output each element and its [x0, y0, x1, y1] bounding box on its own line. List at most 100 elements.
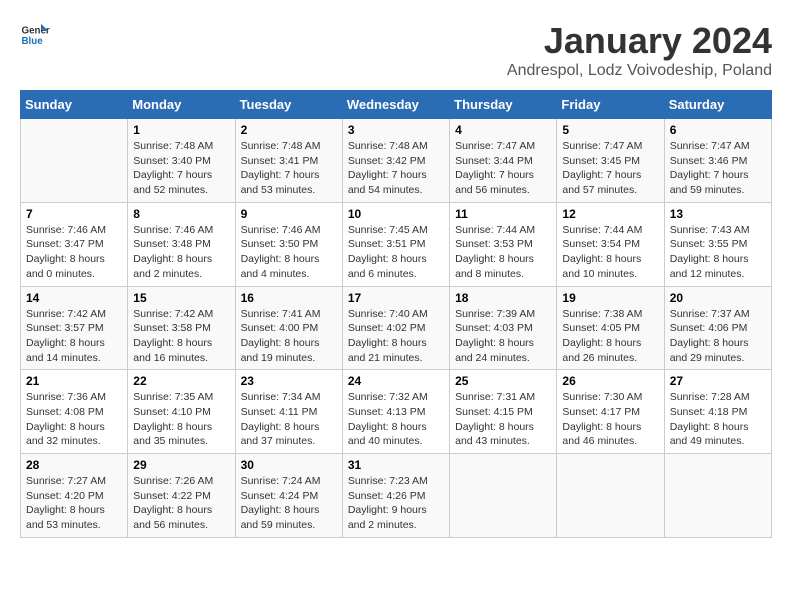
day-number: 7	[26, 207, 122, 221]
calendar-cell: 8 Sunrise: 7:46 AMSunset: 3:48 PMDayligh…	[128, 202, 235, 286]
day-number: 18	[455, 291, 551, 305]
day-number: 26	[562, 374, 658, 388]
calendar-cell: 11 Sunrise: 7:44 AMSunset: 3:53 PMDaylig…	[450, 202, 557, 286]
title-section: January 2024 Andrespol, Lodz Voivodeship…	[507, 20, 772, 80]
calendar-cell: 22 Sunrise: 7:35 AMSunset: 4:10 PMDaylig…	[128, 370, 235, 454]
day-number: 9	[241, 207, 337, 221]
day-number: 5	[562, 123, 658, 137]
logo: General Blue	[20, 20, 50, 50]
day-number: 3	[348, 123, 444, 137]
day-info: Sunrise: 7:42 AMSunset: 3:57 PMDaylight:…	[26, 307, 122, 366]
calendar-week-3: 21 Sunrise: 7:36 AMSunset: 4:08 PMDaylig…	[21, 370, 772, 454]
day-info: Sunrise: 7:47 AMSunset: 3:45 PMDaylight:…	[562, 139, 658, 198]
day-number: 4	[455, 123, 551, 137]
calendar-cell: 27 Sunrise: 7:28 AMSunset: 4:18 PMDaylig…	[664, 370, 771, 454]
day-info: Sunrise: 7:24 AMSunset: 4:24 PMDaylight:…	[241, 474, 337, 533]
day-info: Sunrise: 7:38 AMSunset: 4:05 PMDaylight:…	[562, 307, 658, 366]
day-info: Sunrise: 7:28 AMSunset: 4:18 PMDaylight:…	[670, 390, 766, 449]
day-number: 12	[562, 207, 658, 221]
calendar-cell: 5 Sunrise: 7:47 AMSunset: 3:45 PMDayligh…	[557, 119, 664, 203]
logo-icon: General Blue	[20, 20, 50, 50]
day-info: Sunrise: 7:47 AMSunset: 3:44 PMDaylight:…	[455, 139, 551, 198]
day-number: 22	[133, 374, 229, 388]
day-info: Sunrise: 7:43 AMSunset: 3:55 PMDaylight:…	[670, 223, 766, 282]
calendar-cell: 21 Sunrise: 7:36 AMSunset: 4:08 PMDaylig…	[21, 370, 128, 454]
calendar-cell: 10 Sunrise: 7:45 AMSunset: 3:51 PMDaylig…	[342, 202, 449, 286]
calendar-cell: 16 Sunrise: 7:41 AMSunset: 4:00 PMDaylig…	[235, 286, 342, 370]
header-sunday: Sunday	[21, 91, 128, 119]
day-number: 10	[348, 207, 444, 221]
day-info: Sunrise: 7:48 AMSunset: 3:41 PMDaylight:…	[241, 139, 337, 198]
calendar-cell: 19 Sunrise: 7:38 AMSunset: 4:05 PMDaylig…	[557, 286, 664, 370]
day-info: Sunrise: 7:26 AMSunset: 4:22 PMDaylight:…	[133, 474, 229, 533]
day-info: Sunrise: 7:35 AMSunset: 4:10 PMDaylight:…	[133, 390, 229, 449]
day-number: 14	[26, 291, 122, 305]
calendar-week-4: 28 Sunrise: 7:27 AMSunset: 4:20 PMDaylig…	[21, 454, 772, 538]
calendar-cell: 7 Sunrise: 7:46 AMSunset: 3:47 PMDayligh…	[21, 202, 128, 286]
day-number: 1	[133, 123, 229, 137]
day-info: Sunrise: 7:36 AMSunset: 4:08 PMDaylight:…	[26, 390, 122, 449]
header-friday: Friday	[557, 91, 664, 119]
day-number: 21	[26, 374, 122, 388]
day-number: 27	[670, 374, 766, 388]
day-info: Sunrise: 7:47 AMSunset: 3:46 PMDaylight:…	[670, 139, 766, 198]
calendar-week-0: 1 Sunrise: 7:48 AMSunset: 3:40 PMDayligh…	[21, 119, 772, 203]
calendar-cell: 25 Sunrise: 7:31 AMSunset: 4:15 PMDaylig…	[450, 370, 557, 454]
day-number: 11	[455, 207, 551, 221]
day-number: 20	[670, 291, 766, 305]
calendar-cell: 4 Sunrise: 7:47 AMSunset: 3:44 PMDayligh…	[450, 119, 557, 203]
day-number: 23	[241, 374, 337, 388]
day-number: 31	[348, 458, 444, 472]
day-number: 2	[241, 123, 337, 137]
calendar-cell: 2 Sunrise: 7:48 AMSunset: 3:41 PMDayligh…	[235, 119, 342, 203]
day-number: 8	[133, 207, 229, 221]
day-number: 24	[348, 374, 444, 388]
calendar-cell: 12 Sunrise: 7:44 AMSunset: 3:54 PMDaylig…	[557, 202, 664, 286]
day-info: Sunrise: 7:34 AMSunset: 4:11 PMDaylight:…	[241, 390, 337, 449]
day-info: Sunrise: 7:40 AMSunset: 4:02 PMDaylight:…	[348, 307, 444, 366]
svg-text:Blue: Blue	[22, 36, 44, 47]
day-info: Sunrise: 7:48 AMSunset: 3:40 PMDaylight:…	[133, 139, 229, 198]
page-header: General Blue January 2024 Andrespol, Lod…	[20, 20, 772, 80]
day-info: Sunrise: 7:41 AMSunset: 4:00 PMDaylight:…	[241, 307, 337, 366]
day-number: 19	[562, 291, 658, 305]
header-thursday: Thursday	[450, 91, 557, 119]
calendar-cell: 13 Sunrise: 7:43 AMSunset: 3:55 PMDaylig…	[664, 202, 771, 286]
day-number: 30	[241, 458, 337, 472]
day-info: Sunrise: 7:32 AMSunset: 4:13 PMDaylight:…	[348, 390, 444, 449]
day-info: Sunrise: 7:48 AMSunset: 3:42 PMDaylight:…	[348, 139, 444, 198]
calendar-cell	[664, 454, 771, 538]
calendar-week-1: 7 Sunrise: 7:46 AMSunset: 3:47 PMDayligh…	[21, 202, 772, 286]
day-number: 15	[133, 291, 229, 305]
day-info: Sunrise: 7:46 AMSunset: 3:50 PMDaylight:…	[241, 223, 337, 282]
header-monday: Monday	[128, 91, 235, 119]
day-number: 28	[26, 458, 122, 472]
day-info: Sunrise: 7:27 AMSunset: 4:20 PMDaylight:…	[26, 474, 122, 533]
calendar-cell: 29 Sunrise: 7:26 AMSunset: 4:22 PMDaylig…	[128, 454, 235, 538]
calendar-cell: 30 Sunrise: 7:24 AMSunset: 4:24 PMDaylig…	[235, 454, 342, 538]
day-number: 6	[670, 123, 766, 137]
calendar-cell: 23 Sunrise: 7:34 AMSunset: 4:11 PMDaylig…	[235, 370, 342, 454]
calendar-week-2: 14 Sunrise: 7:42 AMSunset: 3:57 PMDaylig…	[21, 286, 772, 370]
day-info: Sunrise: 7:31 AMSunset: 4:15 PMDaylight:…	[455, 390, 551, 449]
header-wednesday: Wednesday	[342, 91, 449, 119]
calendar-cell: 31 Sunrise: 7:23 AMSunset: 4:26 PMDaylig…	[342, 454, 449, 538]
day-number: 29	[133, 458, 229, 472]
day-info: Sunrise: 7:23 AMSunset: 4:26 PMDaylight:…	[348, 474, 444, 533]
calendar-cell: 6 Sunrise: 7:47 AMSunset: 3:46 PMDayligh…	[664, 119, 771, 203]
calendar-cell: 20 Sunrise: 7:37 AMSunset: 4:06 PMDaylig…	[664, 286, 771, 370]
day-info: Sunrise: 7:46 AMSunset: 3:47 PMDaylight:…	[26, 223, 122, 282]
day-info: Sunrise: 7:45 AMSunset: 3:51 PMDaylight:…	[348, 223, 444, 282]
calendar-subtitle: Andrespol, Lodz Voivodeship, Poland	[507, 62, 772, 80]
header-saturday: Saturday	[664, 91, 771, 119]
day-info: Sunrise: 7:42 AMSunset: 3:58 PMDaylight:…	[133, 307, 229, 366]
calendar-header-row: SundayMondayTuesdayWednesdayThursdayFrid…	[21, 91, 772, 119]
svg-text:General: General	[22, 26, 51, 37]
header-tuesday: Tuesday	[235, 91, 342, 119]
calendar-cell	[557, 454, 664, 538]
calendar-cell: 1 Sunrise: 7:48 AMSunset: 3:40 PMDayligh…	[128, 119, 235, 203]
calendar-cell: 9 Sunrise: 7:46 AMSunset: 3:50 PMDayligh…	[235, 202, 342, 286]
calendar-cell: 18 Sunrise: 7:39 AMSunset: 4:03 PMDaylig…	[450, 286, 557, 370]
calendar-cell: 24 Sunrise: 7:32 AMSunset: 4:13 PMDaylig…	[342, 370, 449, 454]
day-info: Sunrise: 7:30 AMSunset: 4:17 PMDaylight:…	[562, 390, 658, 449]
